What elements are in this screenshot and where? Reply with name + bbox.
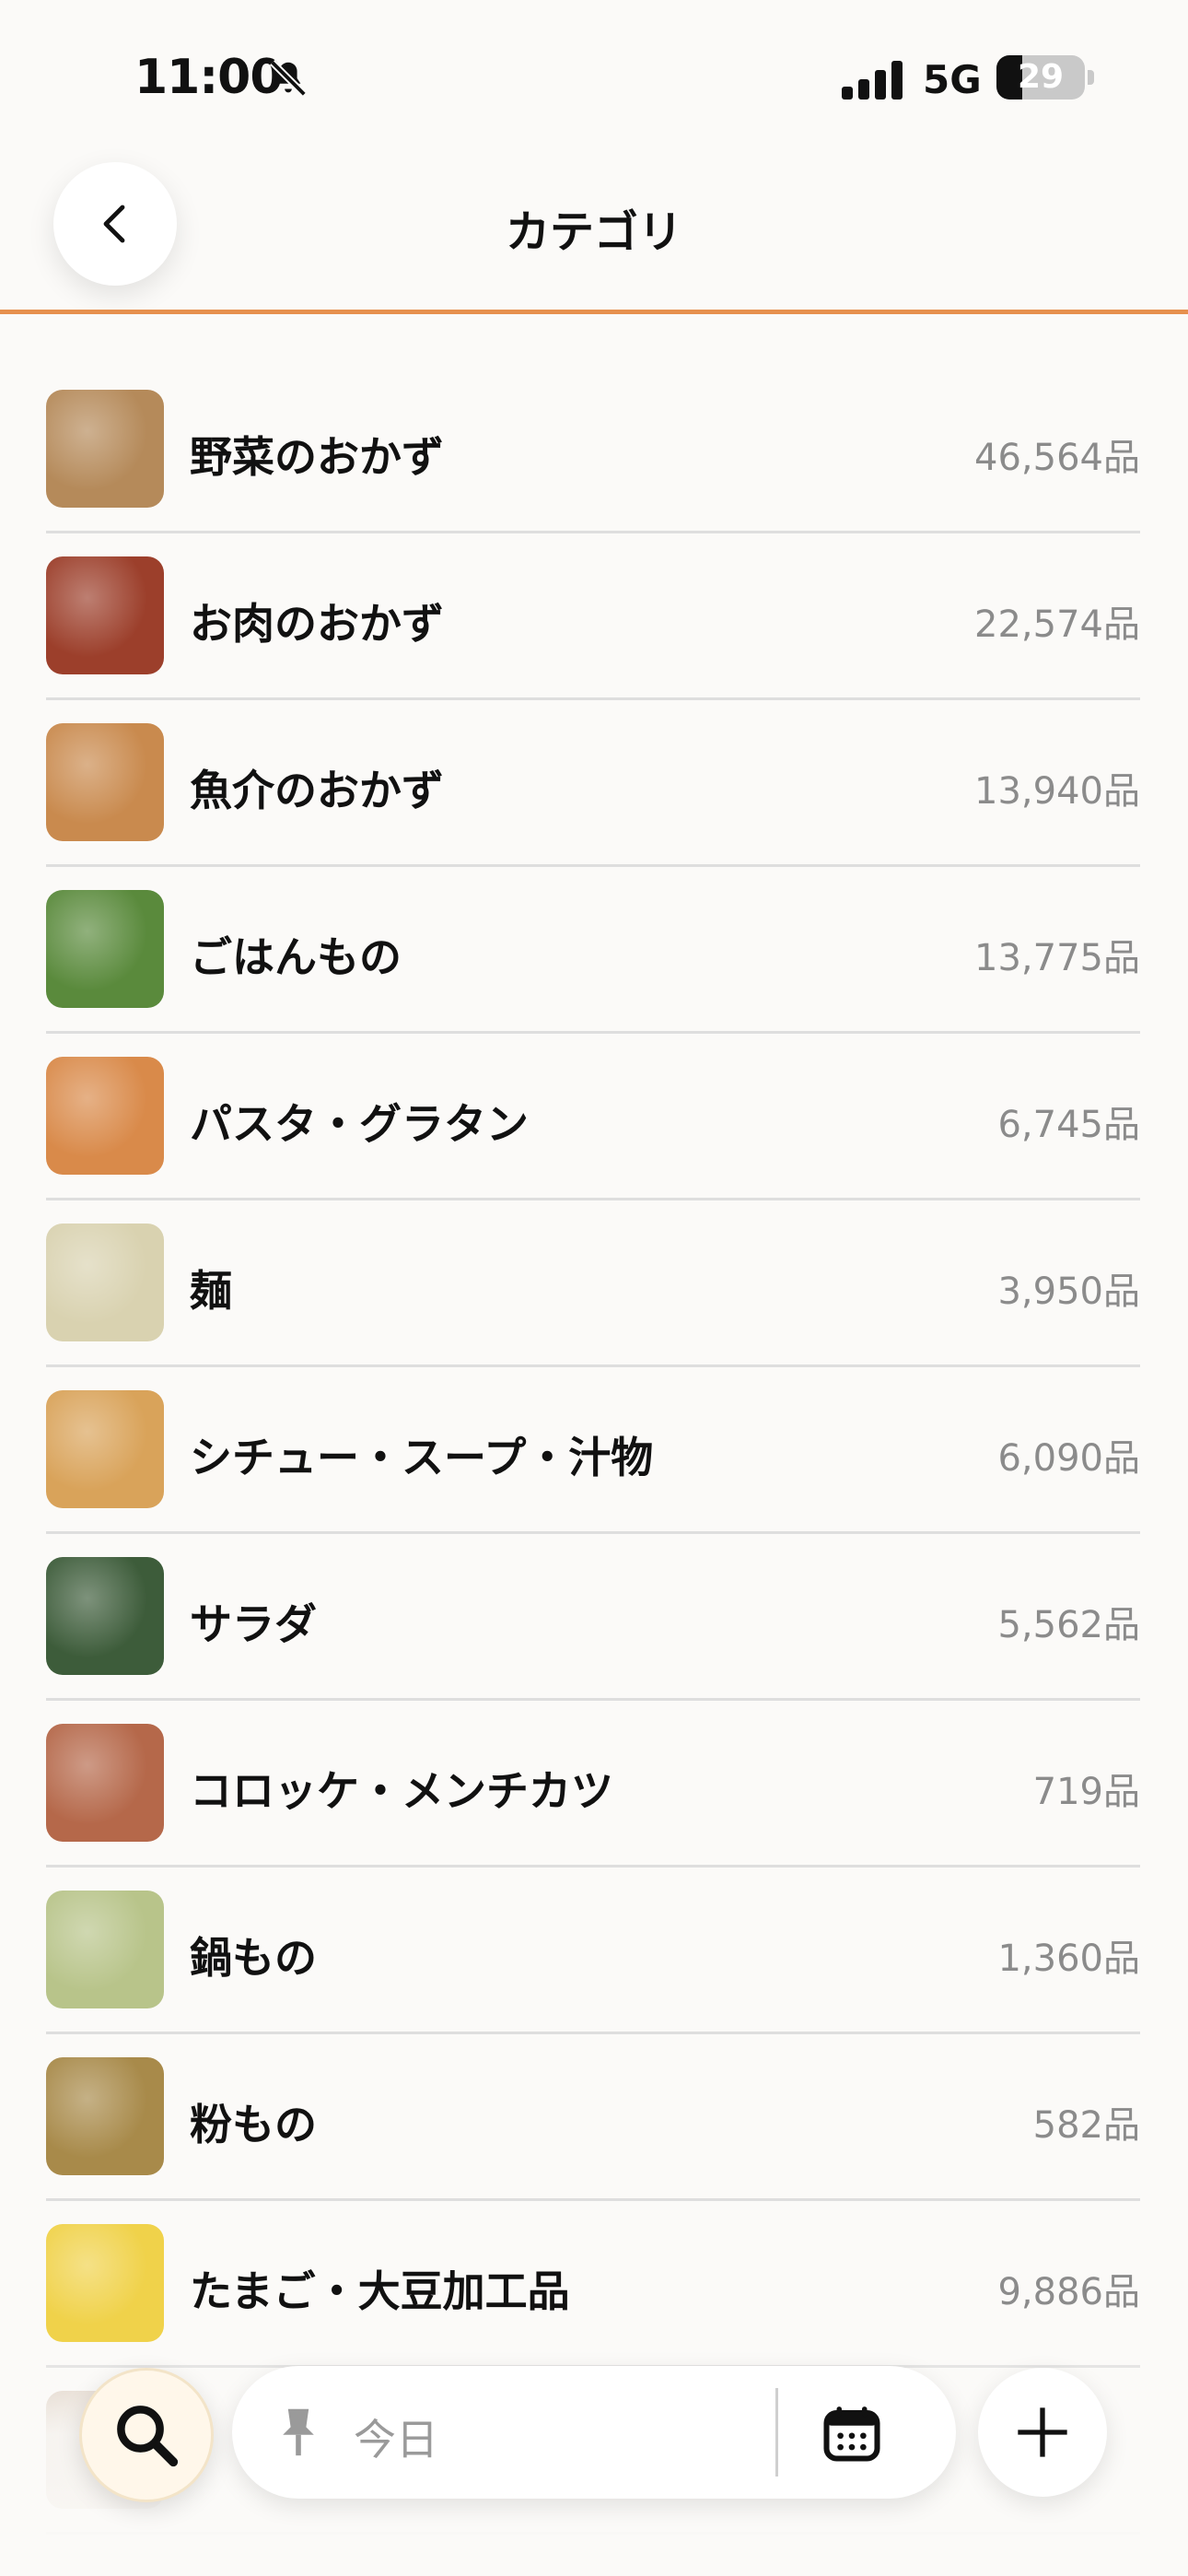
status-time: 11:00	[134, 50, 284, 105]
category-count: 6,090品	[997, 1437, 1140, 1480]
category-count: 6,745品	[997, 1104, 1140, 1146]
category-count: 13,775品	[974, 937, 1140, 979]
network-type: 5G	[923, 57, 982, 102]
category-label: コロッケ・メンチカツ	[190, 1766, 613, 1816]
category-row[interactable]: コロッケ・メンチカツ 719品	[0, 1647, 1188, 1868]
plus-icon	[1018, 2407, 1067, 2457]
category-count: 22,574品	[974, 603, 1140, 646]
category-row[interactable]: ごはんもの 13,775品	[0, 814, 1188, 1034]
category-label: サラダ	[190, 1599, 317, 1649]
category-row[interactable]: 麺 3,950品	[0, 1147, 1188, 1367]
category-label: パスタ・グラタン	[190, 1099, 529, 1149]
date-placeholder[interactable]: 今日	[354, 2406, 438, 2467]
search-button[interactable]	[79, 2368, 214, 2502]
category-row[interactable]: 野菜のおかず 46,564品	[0, 313, 1188, 533]
status-bar: 11:00 5G 29	[0, 0, 1188, 157]
category-label: ごはんもの	[190, 932, 402, 982]
category-count: 582品	[1032, 2104, 1140, 2147]
category-count: 46,564品	[974, 437, 1140, 479]
battery-tip	[1088, 70, 1094, 85]
category-label: 麺	[190, 1266, 232, 1316]
calendar-icon[interactable]	[821, 2403, 882, 2464]
category-label: たまご・大豆加工品	[190, 2266, 570, 2316]
category-row[interactable]: お肉のおかず 22,574品	[0, 480, 1188, 700]
category-row[interactable]: サラダ 5,562品	[0, 1481, 1188, 1701]
category-count: 5,562品	[997, 1604, 1140, 1646]
bell-slash-icon	[270, 60, 307, 97]
search-icon	[117, 2406, 179, 2467]
category-count: 1,360品	[997, 1938, 1140, 1980]
pill-divider	[775, 2388, 778, 2476]
category-label: 野菜のおかず	[190, 432, 444, 482]
signal-icon	[842, 61, 903, 100]
category-label: シチュー・スープ・汁物	[190, 1433, 654, 1482]
category-row[interactable]: たまご・大豆加工品 9,886品	[0, 2148, 1188, 2368]
category-label: お肉のおかず	[190, 599, 444, 649]
category-count: 3,950品	[997, 1270, 1140, 1313]
battery-level: 29	[1017, 58, 1065, 96]
category-row[interactable]: シチュー・スープ・汁物 6,090品	[0, 1314, 1188, 1534]
category-row[interactable]: 魚介のおかず 13,940品	[0, 647, 1188, 867]
menu-date-bar[interactable]: 今日	[232, 2366, 956, 2499]
battery-indicator: 29	[996, 55, 1085, 100]
pin-icon	[283, 2408, 314, 2456]
category-label: 鍋もの	[190, 1933, 317, 1983]
category-count: 13,940品	[974, 770, 1140, 813]
add-button[interactable]	[978, 2368, 1107, 2497]
category-row[interactable]: パスタ・グラタン 6,745品	[0, 980, 1188, 1200]
category-row[interactable]: 粉もの 582品	[0, 1981, 1188, 2201]
category-row[interactable]: 鍋もの 1,360品	[0, 1814, 1188, 2034]
category-label: 魚介のおかず	[190, 766, 444, 815]
category-list: 野菜のおかず 46,564品 お肉のおかず 22,574品 魚介のおかず 13,940品ご…	[0, 313, 1188, 2535]
category-label: 粉もの	[190, 2100, 317, 2149]
page-title: カテゴリ	[505, 206, 682, 258]
category-count: 9,886品	[997, 2271, 1140, 2313]
category-count: 719品	[1032, 1771, 1140, 1813]
